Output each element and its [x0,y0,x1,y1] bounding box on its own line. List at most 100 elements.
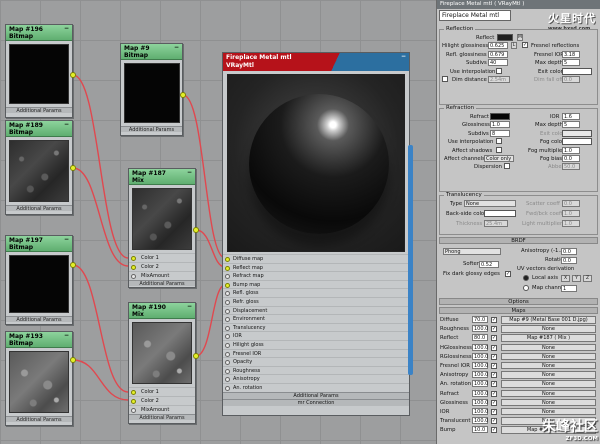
slot-translucency[interactable]: Translucency [223,322,409,332]
map-amount-input[interactable]: 70.0 [472,316,488,323]
map-enable-checkbox[interactable]: ✓ [491,317,497,323]
slate-node-canvas[interactable]: Map #196 Bitmap − Additional Params Map … [0,0,436,444]
slot-opacity[interactable]: Opacity [223,357,409,366]
output-socket[interactable] [70,72,76,78]
additional-params[interactable]: Additional Params [6,416,72,423]
node-header[interactable]: Map #190 Mix − [129,303,195,319]
maps-rollout-header[interactable]: Maps [439,307,598,314]
hilight-glossiness-input[interactable]: 0.625 [488,42,508,50]
slot-bump-map[interactable]: Bump map [223,279,409,289]
axis-x-button[interactable]: X [561,275,570,282]
light-multiplier-input[interactable]: 1.0 [562,220,580,227]
slot-mixamount[interactable]: MixAmount [129,271,195,280]
minimize-icon[interactable]: − [174,44,179,51]
socket-connected-icon[interactable] [131,399,136,404]
dim-distance-input[interactable]: 2.54m [488,75,510,83]
minimize-icon[interactable]: − [64,332,69,339]
map-slot-button[interactable]: None [501,389,596,397]
map-slot-button[interactable]: None [501,371,596,379]
socket-connected-icon[interactable] [225,257,230,262]
map-enable-checkbox[interactable]: ✓ [491,372,497,379]
slot-anisotropy[interactable]: Anisotropy [223,374,409,383]
map-amount-input[interactable]: 100.0 [472,361,488,369]
slot-color1[interactable]: Color 1 [129,253,195,262]
brdf-rollout-header[interactable]: BRDF [439,237,598,244]
socket-icon[interactable] [225,334,230,340]
minimize-icon[interactable]: − [187,303,192,310]
map-slot-button[interactable]: None [501,380,596,388]
minimize-icon[interactable]: − [401,53,406,61]
socket-connected-icon[interactable] [131,265,136,270]
node-map187[interactable]: Map #187 Mix − Color 1 Color 2 MixAmount… [128,168,196,288]
map-amount-input[interactable]: 100.0 [472,352,488,360]
node-fireplace-metal-mtl[interactable]: Fireplace Metal mtl VRayMtl − Diffuse ma… [222,52,410,416]
material-node-header[interactable]: Fireplace Metal mtl VRayMtl − [223,53,409,71]
axis-y-button[interactable]: Y [572,275,581,282]
slot-mixamount[interactable]: MixAmount [129,405,195,414]
map-enable-checkbox[interactable]: ✓ [491,408,497,415]
additional-params[interactable]: Additional Params [6,205,72,212]
output-socket[interactable] [70,262,76,268]
node-header[interactable]: Map #9 Bitmap − [121,44,182,60]
node-map197[interactable]: Map #197 Bitmap − Additional Params [5,235,73,325]
fog-color-swatch[interactable] [562,138,592,146]
node-map189[interactable]: Map #189 Bitmap − Additional Params [5,120,73,215]
socket-icon[interactable] [225,342,230,348]
socket-icon[interactable] [225,368,230,374]
slot-color1[interactable]: Color 1 [129,387,195,396]
options-rollout-header[interactable]: Options [439,298,598,305]
anisotropy-input[interactable]: 0.0 [561,248,577,255]
slot-fresnel-ior[interactable]: Fresnel IOR [223,348,409,358]
node-header[interactable]: Map #197 Bitmap − [6,236,72,252]
abbe-input[interactable]: 50.0 [562,163,580,171]
map-enable-checkbox[interactable]: ✓ [491,418,497,425]
slot-reflect-map[interactable]: Reflect map [223,262,409,272]
translucency-type-dropdown[interactable]: None [464,200,516,207]
map-amount-input[interactable]: 100.0 [472,407,488,415]
mr-connection[interactable]: mr Connection [223,398,409,406]
minimize-icon[interactable]: − [64,236,69,243]
rotation-input[interactable]: 0.0 [561,257,577,264]
socket-icon[interactable] [225,351,230,357]
local-axis-radio[interactable] [523,275,529,281]
brdf-type-dropdown[interactable]: Phong [443,248,501,255]
socket-icon[interactable] [131,274,136,279]
map-slot-button[interactable]: Map #9 (Metal Base 001 D.jpg) [501,316,596,324]
fwd-bck-coeff-input[interactable]: 1.0 [562,210,580,217]
additional-params[interactable]: Additional Params [121,126,182,133]
node-header[interactable]: Map #196 Bitmap − [6,25,72,41]
fresnel-checkbox[interactable]: ✓ [522,42,528,49]
slot-roughness[interactable]: Roughness [223,365,409,375]
slot-refract-map[interactable]: Refract map [223,271,409,280]
minimize-icon[interactable]: − [187,169,192,176]
refr-exit-color-swatch[interactable] [562,129,592,137]
lock-button[interactable]: L [511,42,517,50]
map-slot-button[interactable]: None [501,352,596,361]
map-slot-button[interactable]: None [501,343,596,352]
map-enable-checkbox[interactable]: ✓ [491,335,497,342]
node-scrollbar[interactable] [408,145,413,375]
output-socket[interactable] [180,92,186,98]
socket-icon[interactable] [225,360,230,366]
map-slot-button[interactable]: None [501,325,596,333]
map-channel-radio[interactable] [523,285,529,291]
map-enable-checkbox[interactable]: ✓ [491,390,497,397]
refl-max-depth-input[interactable]: 5 [562,59,580,67]
output-socket[interactable] [70,357,76,363]
socket-connected-icon[interactable] [131,390,136,395]
dispersion-checkbox[interactable] [504,163,510,170]
refr-use-interp-checkbox[interactable] [496,138,502,145]
scatter-coeff-input[interactable]: 0.0 [562,200,580,207]
socket-icon[interactable] [225,385,230,391]
node-header[interactable]: Map #193 Bitmap − [6,332,72,348]
material-name-field[interactable]: Fireplace Metal mtl [439,10,511,21]
slot-refl-gloss[interactable]: Refl. gloss [223,288,409,297]
ior-input[interactable]: 1.6 [562,113,580,120]
socket-icon[interactable] [225,325,230,331]
slot-color2[interactable]: Color 2 [129,396,195,405]
minimize-icon[interactable]: − [64,25,69,32]
map-slot-button[interactable]: None [501,361,596,370]
output-socket[interactable] [70,165,76,171]
map-amount-input[interactable]: 100.0 [472,325,488,333]
map-enable-checkbox[interactable]: ✓ [491,353,497,360]
